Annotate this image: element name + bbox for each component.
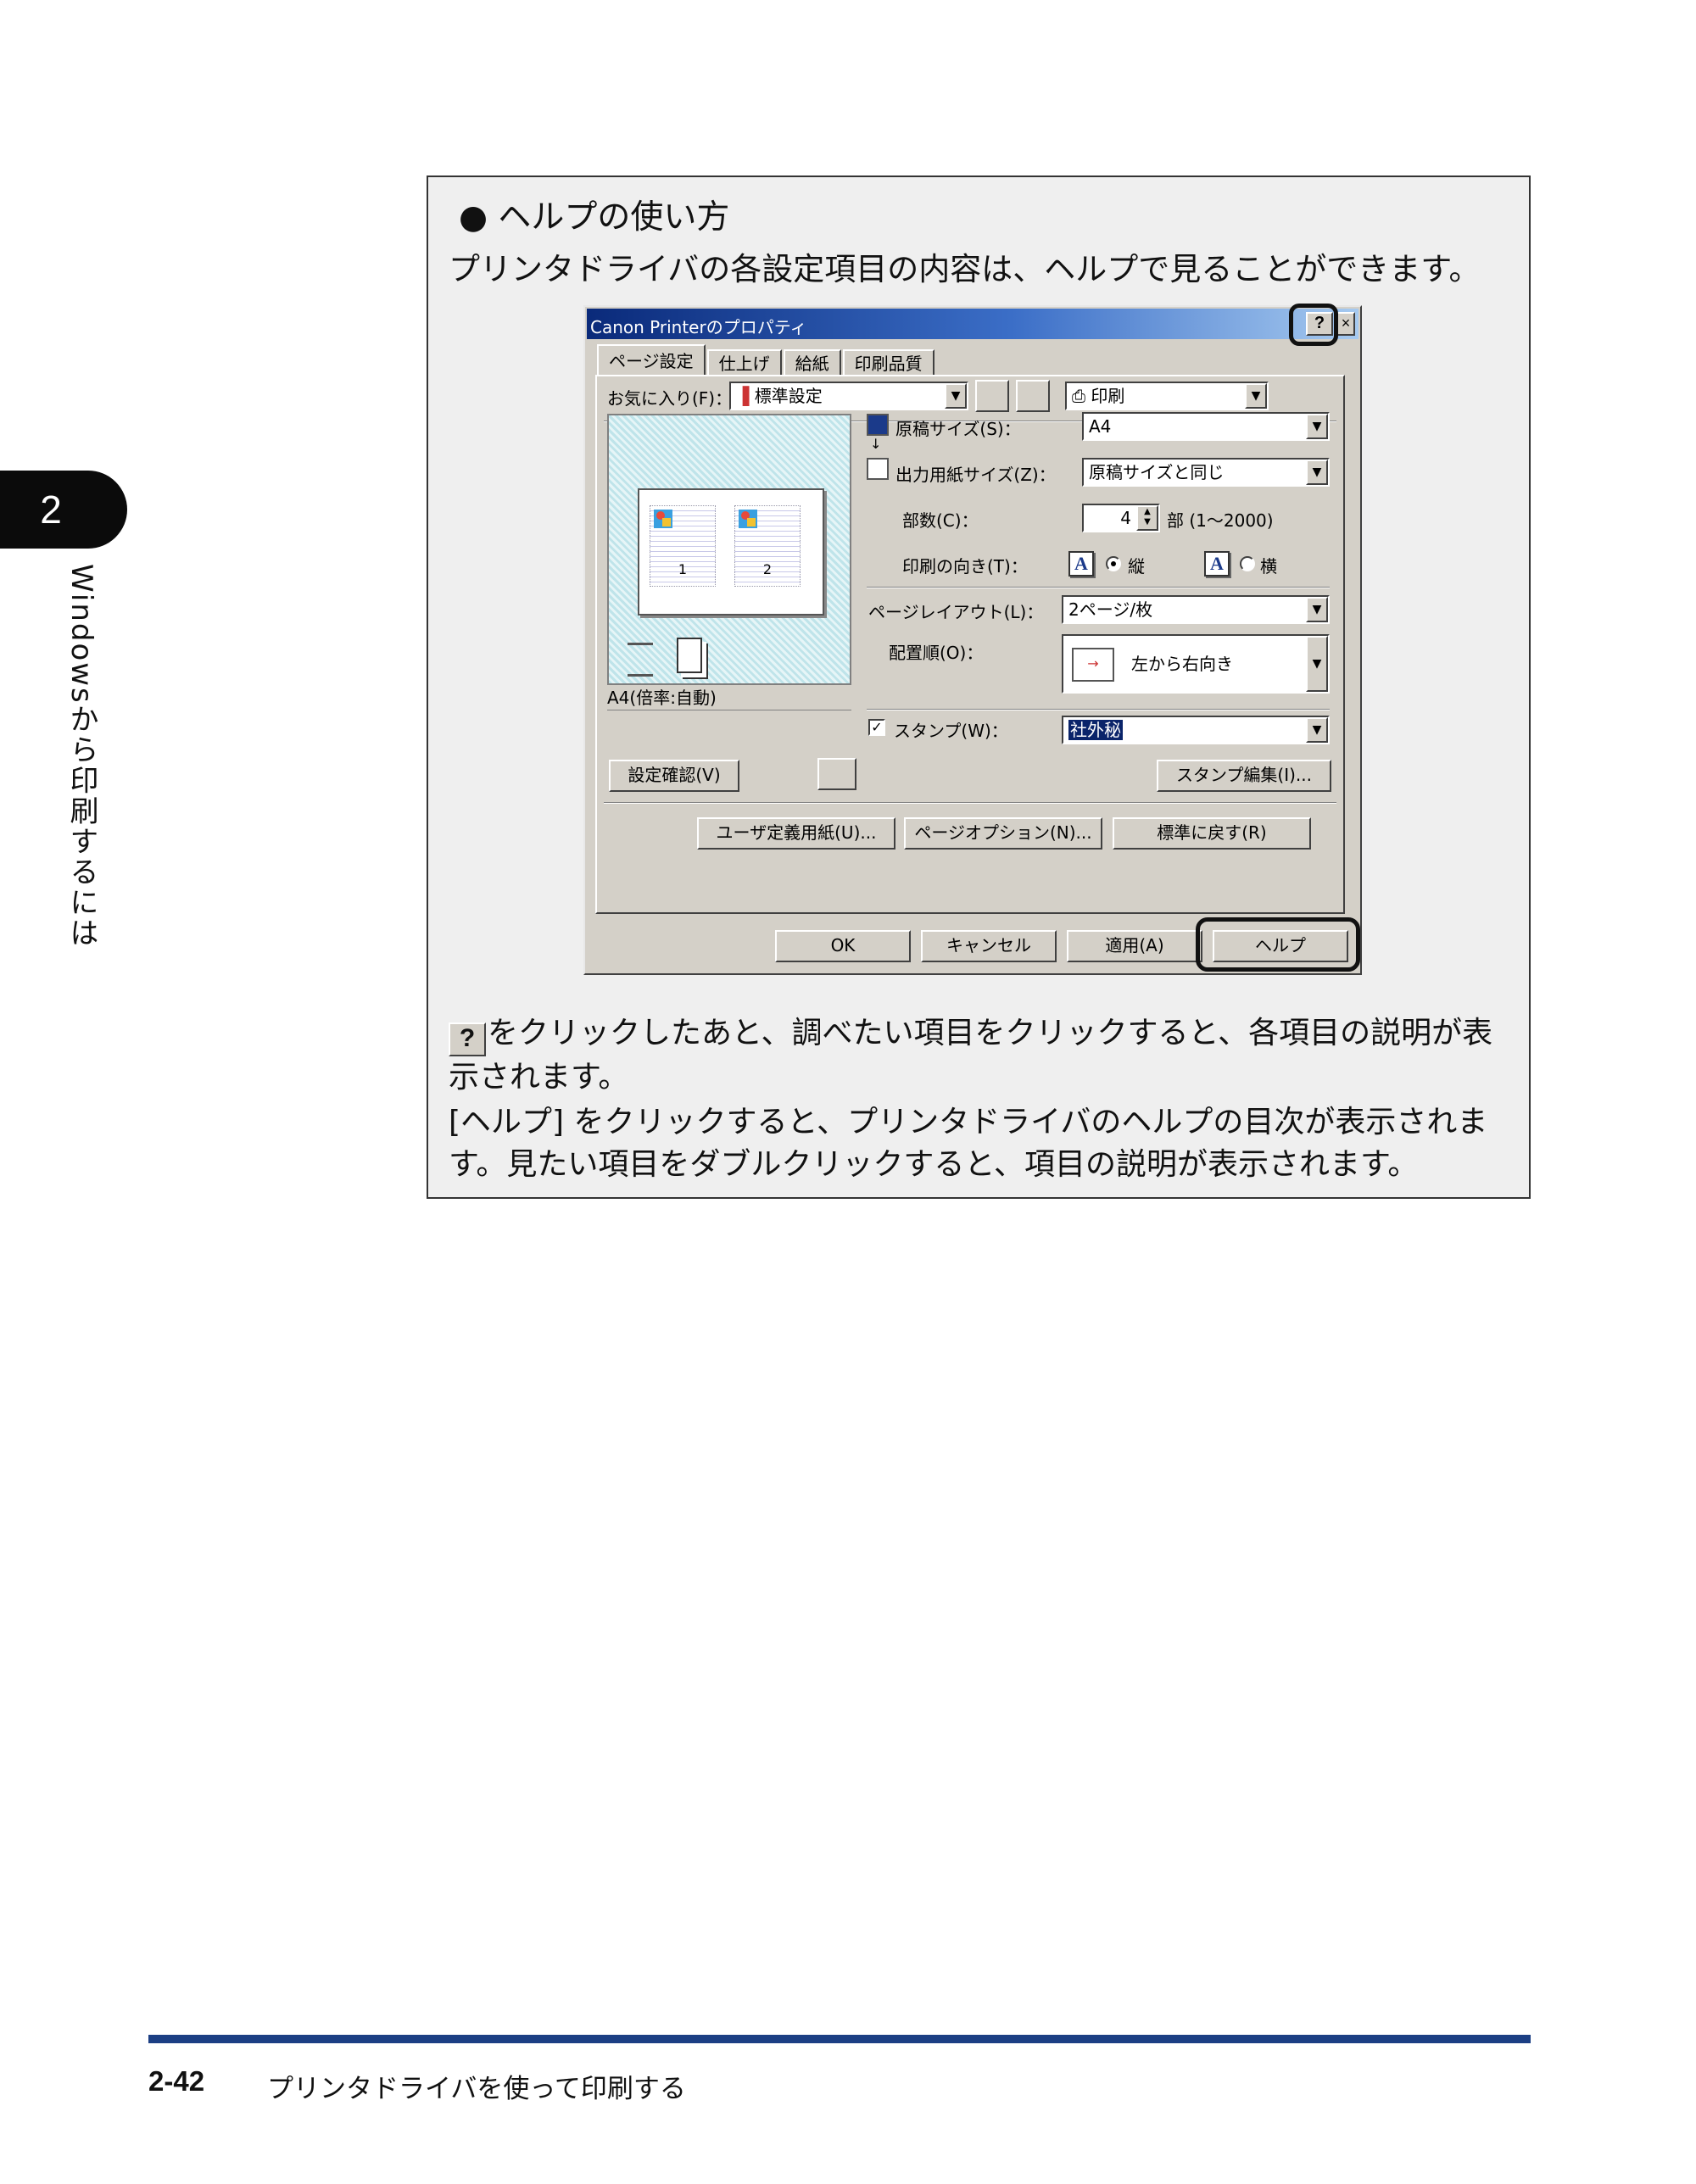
restore-defaults-button[interactable]: 標準に戻す(R) — [1113, 817, 1311, 850]
footer-rule — [148, 2035, 1531, 2043]
spin-icon[interactable]: ▲ ▼ — [1136, 505, 1158, 531]
chevron-down-icon: ▼ — [945, 383, 967, 409]
layout-preview: 1 2 — [607, 414, 851, 685]
portrait-label: 縦 — [1128, 556, 1145, 577]
dialog-title: Canon Printerのプロパティ — [590, 317, 807, 337]
output-paper-icon — [867, 458, 889, 480]
cancel-button[interactable]: キャンセル — [921, 930, 1057, 962]
ok-button[interactable]: OK — [775, 930, 911, 962]
page-layout-select[interactable]: 2ページ/枚 ▼ — [1062, 595, 1330, 624]
help-button-callout-bottom — [1196, 917, 1360, 972]
copies-unit: 部 (1～2000) — [1167, 510, 1274, 531]
stamp-select[interactable]: 社外秘 ▼ — [1062, 716, 1330, 744]
titlebar-close-button[interactable]: × — [1336, 312, 1355, 336]
printer-info-icon[interactable] — [817, 758, 856, 790]
document-icon — [867, 414, 889, 436]
copies-icon — [677, 638, 702, 673]
printer-icon: ⎙ — [1072, 386, 1091, 406]
favorites-label: お気に入り(F)： — [607, 388, 733, 409]
favorites-icon: ▐ — [736, 386, 755, 406]
tab-finishing[interactable]: 仕上げ — [706, 349, 782, 376]
copies-label: 部数(C)： — [902, 510, 979, 531]
divider — [867, 709, 1330, 710]
note-p1-text: をクリックしたあと、調べたい項目をクリックすると、各項目の説明が表示されます。 — [449, 1016, 1493, 1095]
shapes-icon — [654, 510, 672, 528]
page-layout-label: ページレイアウト(L)： — [868, 602, 1044, 622]
preview-page-1: 1 — [650, 505, 716, 587]
preview-sheet: 1 2 — [638, 488, 824, 616]
landscape-icon: A — [1204, 551, 1230, 577]
custom-paper-button[interactable]: ユーザ定義用紙(U)... — [697, 817, 895, 850]
original-size-label: 原稿サイズ(S)： — [895, 419, 1021, 439]
note-paragraph-1: ? をクリックしたあと、調べたい項目をクリックすると、各項目の説明が表示されます。 — [449, 1012, 1517, 1099]
stack-icon — [628, 643, 653, 677]
output-size-label: 出力用紙サイズ(Z)： — [895, 465, 1056, 485]
page-option-button[interactable]: ページオプション(N)... — [904, 817, 1102, 850]
chevron-down-icon: ▼ — [1306, 460, 1328, 485]
confirm-settings-button[interactable]: 設定確認(V) — [609, 760, 739, 792]
preview-page-2: 2 — [734, 505, 801, 587]
chapter-tab: 2 — [0, 471, 127, 549]
dialog-tabs: ページ設定 仕上げ 給紙 印刷品質 — [597, 344, 936, 376]
portrait-radio[interactable] — [1106, 556, 1121, 571]
shapes-icon — [739, 510, 757, 528]
note-title: ● ヘルプの使い方 — [459, 198, 730, 237]
chevron-down-icon: ▼ — [1245, 383, 1267, 409]
note-lead: プリンタドライバの各設定項目の内容は、ヘルプで見ることができます。 — [449, 251, 1481, 287]
stamp-checkbox[interactable]: ✓ — [868, 719, 885, 736]
tab-paper-source[interactable]: 給紙 — [783, 349, 841, 376]
landscape-label: 横 — [1260, 556, 1277, 577]
landscape-radio[interactable] — [1240, 556, 1255, 571]
note-paragraph-2: [ヘルプ] をクリックすると、プリンタドライバのヘルプの目次が表示されます。見た… — [449, 1105, 1488, 1182]
chapter-number: 2 — [40, 488, 62, 532]
help-question-icon: ? — [449, 1022, 486, 1056]
order-arrow-icon: → — [1072, 648, 1114, 682]
stamp-edit-button[interactable]: スタンプ編集(I)... — [1157, 760, 1331, 792]
tab-page-setup[interactable]: ページ設定 — [597, 344, 706, 376]
favorites-select[interactable]: ▐ 標準設定 ▼ — [729, 382, 968, 410]
chevron-down-icon: ▼ — [1306, 636, 1328, 692]
preview-status: A4(倍率:自動) — [607, 685, 851, 710]
stamp-label: スタンプ(W)： — [894, 721, 1008, 741]
portrait-icon: A — [1068, 551, 1094, 577]
tab-print-quality[interactable]: 印刷品質 — [842, 349, 934, 376]
page-number: 2-42 — [148, 2065, 205, 2097]
printer-properties-dialog: Canon Printerのプロパティ ? × ページ設定 仕上げ 給紙 印刷品… — [583, 304, 1362, 975]
page-order-label: 配置順(O)： — [889, 643, 984, 663]
orientation-label: 印刷の向き(T)： — [902, 556, 1028, 577]
dialog-titlebar: Canon Printerのプロパティ ? × — [587, 309, 1358, 339]
add-favorite-icon[interactable] — [975, 380, 1009, 412]
chevron-down-icon: ▼ — [1306, 414, 1328, 439]
page-order-select[interactable]: → 左から右向き ▼ — [1062, 634, 1330, 694]
chapter-side-title: Windowsから印刷するには — [64, 564, 98, 949]
divider — [604, 802, 1336, 804]
apply-button[interactable]: 適用(A) — [1067, 930, 1202, 962]
copies-input[interactable]: 4 ▲ ▼ — [1082, 504, 1160, 532]
page-setup-panel: お気に入り(F)： ▐ 標準設定 ▼ ⎙ 印刷 ▼ 1 2 A4(倍率:自動) … — [595, 375, 1345, 914]
footer-title: プリンタドライバを使って印刷する — [267, 2074, 686, 2104]
arrow-down-icon: ↓ — [870, 436, 882, 452]
edit-favorite-icon[interactable] — [1016, 380, 1050, 412]
output-size-select[interactable]: 原稿サイズと同じ ▼ — [1082, 458, 1330, 487]
help-button-callout — [1289, 304, 1338, 346]
chevron-down-icon: ▼ — [1306, 597, 1328, 622]
divider — [867, 587, 1330, 588]
output-method-select[interactable]: ⎙ 印刷 ▼ — [1065, 382, 1269, 410]
chevron-down-icon: ▼ — [1306, 717, 1328, 743]
original-size-select[interactable]: A4 ▼ — [1082, 412, 1330, 441]
